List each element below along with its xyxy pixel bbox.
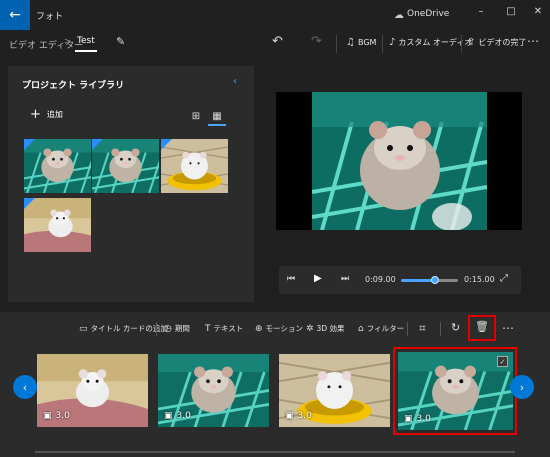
export-icon: ⇪ [467, 37, 476, 48]
bgm-label: BGM [357, 38, 377, 47]
more-options-icon[interactable]: ⋯ [502, 321, 514, 335]
chevron-left-icon: ‹ [22, 380, 28, 394]
library-item[interactable] [161, 139, 228, 193]
used-in-project-marker [92, 139, 103, 150]
scroll-left-button[interactable]: ‹ [13, 375, 37, 399]
finish-video-label: ビデオの完了 [478, 38, 527, 47]
library-item[interactable] [24, 198, 91, 252]
grid-view-large-icon[interactable]: ▦ [209, 109, 225, 123]
library-item[interactable] [92, 139, 159, 193]
title-card-icon: ▭ [79, 323, 88, 334]
add-label: 追加 [46, 110, 63, 119]
3d-effects-icon: ✲ [306, 323, 314, 334]
text-icon: T [205, 323, 211, 334]
photo-icon: ▣ [285, 411, 294, 421]
divider [156, 322, 157, 336]
undo-icon[interactable]: ↶ [272, 34, 283, 49]
breadcrumb-underline [75, 50, 97, 52]
play-icon[interactable]: ▶ [314, 273, 322, 284]
photo-icon: ▣ [164, 411, 173, 421]
duration-value: 3.0 [176, 411, 191, 421]
duration-button[interactable]: ◷ 期間 [164, 323, 190, 334]
breadcrumb-video-editor[interactable]: ビデオ エディター [9, 38, 83, 51]
minimize-button[interactable]: – [466, 0, 496, 22]
storyboard-card[interactable]: ▣ 3.0 [37, 354, 148, 427]
library-title: プロジェクト ライブラリ [22, 81, 125, 91]
pencil-icon[interactable]: ✎ [116, 35, 125, 48]
storyboard-card[interactable]: ▣ 3.0 [279, 354, 390, 427]
clock-icon: ◷ [164, 323, 172, 334]
maximize-button[interactable]: □ [496, 0, 526, 22]
project-name[interactable]: Test [77, 36, 95, 46]
motion-label: モーション [265, 324, 303, 333]
used-in-project-marker [24, 198, 35, 209]
card-duration: ▣ 3.0 [43, 411, 70, 421]
divider [336, 35, 337, 53]
add-media-button[interactable]: + 追加 [30, 106, 63, 122]
current-time: 0:09.00 [365, 275, 396, 284]
preview-frame [312, 92, 487, 230]
storyboard-scrollbar[interactable] [35, 451, 515, 453]
finish-video-button[interactable]: ⇪ ビデオの完了 [467, 37, 526, 48]
duration-value: 3.0 [55, 411, 70, 421]
video-preview[interactable] [276, 92, 522, 230]
motion-icon: ⊕ [255, 323, 263, 334]
close-button[interactable]: ✕ [523, 0, 550, 22]
3d-effects-label: 3D 効果 [316, 324, 345, 333]
card-duration: ▣ 3.0 [285, 411, 312, 421]
view-selected-indicator [208, 124, 226, 126]
custom-audio-button[interactable]: ♪ カスタム オーディオ [389, 37, 472, 48]
rotate-icon[interactable]: ↻ [451, 321, 460, 334]
trash-icon[interactable]: 🗑 [475, 320, 489, 333]
divider [440, 322, 441, 336]
add-title-card-button[interactable]: ▭ タイトル カードの追加 [79, 323, 168, 334]
used-in-project-marker [161, 139, 172, 150]
back-button[interactable]: ← [0, 0, 30, 30]
plus-icon: + [30, 106, 41, 122]
motion-button[interactable]: ⊕ モーション [255, 323, 303, 334]
divider [382, 35, 383, 53]
library-item[interactable] [24, 139, 91, 193]
chevron-right-icon: › [519, 380, 525, 394]
bgm-button[interactable]: ♫ BGM [346, 37, 376, 48]
selection-checkbox[interactable]: ✓ [497, 356, 508, 367]
onedrive-label[interactable]: OneDrive [407, 9, 449, 19]
filters-button[interactable]: ⌂ フィルター [358, 323, 404, 334]
expand-icon[interactable]: ⤢ [500, 273, 508, 284]
photo-icon: ▣ [43, 411, 52, 421]
crop-icon[interactable]: ⌗ [419, 321, 426, 336]
collapse-chevron-icon[interactable]: ‹ [233, 76, 237, 87]
filter-icon: ⌂ [358, 323, 364, 334]
music-note-icon: ♫ [346, 37, 355, 48]
onedrive-icon[interactable]: ☁ [394, 10, 404, 21]
filters-label: フィルター [366, 324, 405, 333]
used-in-project-marker [24, 139, 35, 150]
divider [461, 35, 462, 53]
app-title: フォト [36, 12, 64, 22]
text-label: テキスト [213, 324, 244, 333]
storyboard-card[interactable]: ▣ 3.0 [158, 354, 269, 427]
breadcrumb-separator: > [64, 37, 72, 47]
seek-progress [401, 279, 436, 282]
more-options-icon[interactable]: ⋯ [527, 34, 539, 48]
scroll-right-button[interactable]: › [510, 375, 534, 399]
back-arrow-icon: ← [9, 7, 21, 23]
duration-label: 期間 [174, 324, 190, 333]
next-frame-icon[interactable]: ⏭ [341, 274, 349, 284]
grid-view-small-icon[interactable]: ⊞ [188, 109, 204, 123]
redo-icon[interactable]: ↷ [311, 34, 322, 49]
previous-frame-icon[interactable]: ⏮ [287, 274, 295, 284]
total-time: 0:15.00 [464, 275, 495, 284]
card-duration: ▣ 3.0 [164, 411, 191, 421]
3d-effects-button[interactable]: ✲ 3D 効果 [306, 323, 344, 334]
duration-value: 3.0 [297, 411, 312, 421]
music-file-icon: ♪ [389, 37, 396, 48]
divider [407, 322, 408, 336]
text-button[interactable]: T テキスト [205, 323, 243, 334]
